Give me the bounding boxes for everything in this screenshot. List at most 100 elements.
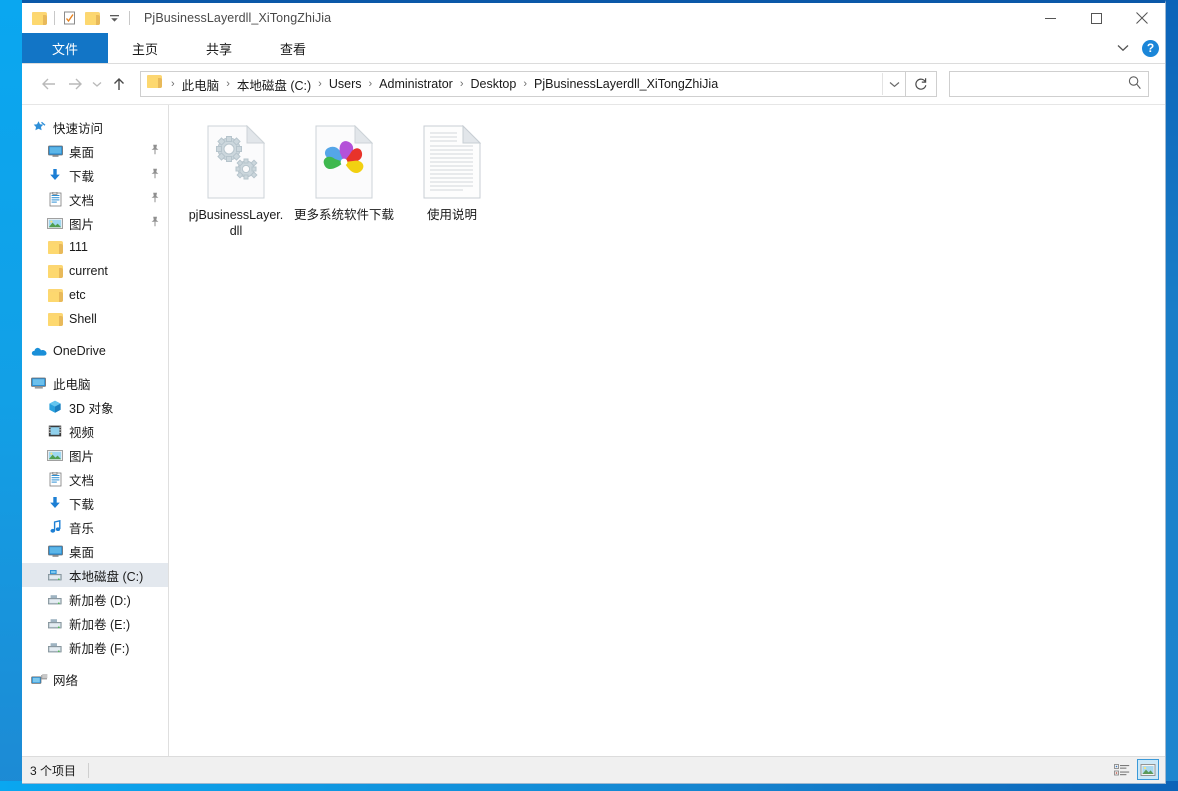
close-button[interactable] xyxy=(1119,3,1165,33)
sidebar-item-desktop[interactable]: 桌面 xyxy=(22,139,168,163)
sidebar-item-quick-access[interactable]: 快速访问 xyxy=(22,115,168,139)
sidebar-item-network[interactable]: 网络 xyxy=(22,667,168,691)
sidebar-item-onedrive[interactable]: OneDrive xyxy=(22,339,168,363)
sidebar-item-pictures-pc[interactable]: 图片 xyxy=(22,443,168,467)
sidebar-label-onedrive: OneDrive xyxy=(53,344,106,358)
sidebar-label-etc: etc xyxy=(69,288,86,302)
pin-icon[interactable] xyxy=(150,144,160,158)
address-history-dropdown-icon[interactable] xyxy=(882,73,905,95)
desktop-icon xyxy=(46,143,64,159)
drive-icon xyxy=(46,639,64,655)
explorer-body: 快速访问 桌面 下载 文档 图片 111 current etc Shell O… xyxy=(22,104,1165,756)
network-icon xyxy=(30,671,48,687)
sidebar-gap-3 xyxy=(22,659,168,667)
sidebar-label-111: 111 xyxy=(69,240,89,254)
sidebar-item-current[interactable]: current xyxy=(22,259,168,283)
sidebar-item-music[interactable]: 音乐 xyxy=(22,515,168,539)
sidebar-label-current: current xyxy=(69,264,108,278)
sidebar-item-downloads-pc[interactable]: 下载 xyxy=(22,491,168,515)
view-mode-buttons xyxy=(1111,759,1159,780)
folder-icon[interactable] xyxy=(28,7,50,29)
sidebar-item-volume-d[interactable]: 新加卷 (D:) xyxy=(22,587,168,611)
properties-icon[interactable] xyxy=(59,7,81,29)
refresh-button[interactable] xyxy=(906,71,937,97)
chevron-down-icon[interactable] xyxy=(1112,37,1134,59)
breadcrumb-item-this-pc[interactable]: 此电脑 xyxy=(180,75,222,94)
maximize-button[interactable] xyxy=(1073,3,1119,33)
pin-icon[interactable] xyxy=(150,168,160,182)
text-document-icon xyxy=(421,123,483,201)
up-button[interactable] xyxy=(106,71,132,97)
file-item-dll[interactable]: pjBusinessLayer.dll xyxy=(183,119,289,239)
new-folder-icon[interactable] xyxy=(81,7,103,29)
sidebar-item-downloads[interactable]: 下载 xyxy=(22,163,168,187)
folder-icon xyxy=(46,239,64,255)
title-bar: PjBusinessLayerdll_XiTongZhiJia xyxy=(22,3,1165,33)
window-controls xyxy=(1027,3,1165,33)
breadcrumb-sep-4: › xyxy=(459,78,464,90)
sidebar-item-volume-e[interactable]: 新加卷 (E:) xyxy=(22,611,168,635)
details-view-icon[interactable] xyxy=(1111,759,1133,780)
pin-icon[interactable] xyxy=(150,216,160,230)
pin-icon[interactable] xyxy=(150,192,160,206)
file-list-pane[interactable]: pjBusinessLayer.dll 更多系统软件下载 使用说明 xyxy=(169,105,1165,756)
help-icon[interactable]: ? xyxy=(1142,39,1159,57)
computer-icon xyxy=(30,375,48,391)
ribbon-tab-bar: 文件 主页 共享 查看 ? xyxy=(22,33,1165,64)
ribbon-actions: ? xyxy=(1112,33,1159,63)
sidebar-label-downloads-pc: 下载 xyxy=(69,497,95,512)
sidebar-item-3d-objects[interactable]: 3D 对象 xyxy=(22,395,168,419)
breadcrumb-sep-1: › xyxy=(226,78,230,90)
customize-qat-dropdown-icon[interactable] xyxy=(103,7,125,29)
breadcrumb-item-current-folder[interactable]: PjBusinessLayerdll_XiTongZhiJia xyxy=(532,77,720,91)
sidebar-item-documents-pc[interactable]: 文档 xyxy=(22,467,168,491)
tab-home[interactable]: 主页 xyxy=(108,33,182,63)
sidebar-item-local-disk-c[interactable]: 本地磁盘 (C:) xyxy=(22,563,168,587)
sidebar-label-downloads: 下载 xyxy=(69,169,95,184)
download-icon xyxy=(46,495,64,511)
desktop-background-right xyxy=(1166,0,1178,791)
sidebar-label-pictures-pc: 图片 xyxy=(69,449,95,464)
breadcrumb-item-desktop[interactable]: Desktop xyxy=(468,77,518,91)
sidebar-item-111[interactable]: 111 xyxy=(22,235,168,259)
sidebar-item-etc[interactable]: etc xyxy=(22,283,168,307)
address-bar[interactable]: › 此电脑 › 本地磁盘 (C:) › Users › Administrato… xyxy=(140,71,906,97)
file-icons-grid: pjBusinessLayer.dll 更多系统软件下载 使用说明 xyxy=(169,105,1165,239)
sidebar-item-documents[interactable]: 文档 xyxy=(22,187,168,211)
breadcrumb-folder-icon[interactable] xyxy=(147,75,162,93)
window-title: PjBusinessLayerdll_XiTongZhiJia xyxy=(144,11,332,25)
search-input[interactable] xyxy=(950,76,1148,92)
large-icons-view-icon[interactable] xyxy=(1137,759,1159,780)
sidebar-item-volume-f[interactable]: 新加卷 (F:) xyxy=(22,635,168,659)
tab-view[interactable]: 查看 xyxy=(256,33,330,63)
sidebar-item-videos[interactable]: 视频 xyxy=(22,419,168,443)
sidebar-item-this-pc[interactable]: 此电脑 xyxy=(22,371,168,395)
sidebar-label-documents: 文档 xyxy=(69,193,95,208)
file-item-readme[interactable]: 使用说明 xyxy=(399,119,505,239)
sidebar-item-shell[interactable]: Shell xyxy=(22,307,168,331)
sidebar-item-desktop-pc[interactable]: 桌面 xyxy=(22,539,168,563)
sidebar-gap-1 xyxy=(22,331,168,339)
search-box[interactable] xyxy=(949,71,1149,97)
tab-file[interactable]: 文件 xyxy=(22,33,108,63)
breadcrumb: › 此电脑 › 本地磁盘 (C:) › Users › Administrato… xyxy=(141,75,882,94)
sidebar-label-desktop: 桌面 xyxy=(69,145,95,160)
navigation-pane[interactable]: 快速访问 桌面 下载 文档 图片 111 current etc Shell O… xyxy=(22,105,169,756)
back-button[interactable] xyxy=(36,71,62,97)
status-bar: 3 个项目 xyxy=(22,756,1165,783)
pictures-icon xyxy=(46,215,64,231)
sidebar-label-shell: Shell xyxy=(69,312,97,326)
file-item-shortcut[interactable]: 更多系统软件下载 xyxy=(291,119,397,239)
breadcrumb-item-administrator[interactable]: Administrator xyxy=(377,77,455,91)
forward-button[interactable] xyxy=(62,71,88,97)
onedrive-cloud-icon xyxy=(30,343,48,359)
tab-share[interactable]: 共享 xyxy=(182,33,256,63)
sidebar-item-pictures[interactable]: 图片 xyxy=(22,211,168,235)
recent-locations-dropdown-icon[interactable] xyxy=(88,71,106,97)
breadcrumb-item-local-disk-c[interactable]: 本地磁盘 (C:) xyxy=(235,75,313,94)
sidebar-label-this-pc: 此电脑 xyxy=(53,377,91,392)
minimize-button[interactable] xyxy=(1027,3,1073,33)
file-label-readme: 使用说明 xyxy=(426,208,477,222)
breadcrumb-item-users[interactable]: Users xyxy=(327,77,364,91)
breadcrumb-sep-5: › xyxy=(523,78,528,90)
